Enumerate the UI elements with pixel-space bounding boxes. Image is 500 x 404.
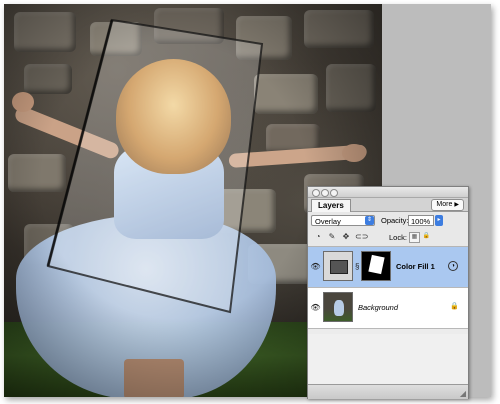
chain-icon[interactable]: ⊂⊃ xyxy=(355,232,368,242)
eye-icon[interactable]: 👁 xyxy=(310,302,321,313)
minimize-icon[interactable] xyxy=(321,189,329,197)
layer-mask-thumbnail[interactable] xyxy=(361,251,391,281)
zoom-icon[interactable] xyxy=(330,189,338,197)
more-button[interactable]: More ▶ xyxy=(431,199,464,211)
close-icon[interactable] xyxy=(312,189,320,197)
more-label: More xyxy=(436,201,453,208)
layers-empty-area[interactable] xyxy=(308,334,468,384)
layer-thumbnail[interactable] xyxy=(323,292,353,322)
layers-panel: Layers More ▶ Overlay ⇕ Opacity: 100% ▸ ◔… xyxy=(307,186,469,399)
lock-transparent-icon[interactable]: ◔ xyxy=(313,232,323,242)
lock-icon: 🔒 xyxy=(450,303,459,310)
tab-layers[interactable]: Layers xyxy=(311,199,351,212)
resize-grip-icon[interactable]: ◢ xyxy=(460,389,466,398)
blend-mode-select[interactable]: Overlay ⇕ xyxy=(311,215,375,226)
blend-mode-value: Overlay xyxy=(315,217,341,226)
palette-titlebar[interactable] xyxy=(308,187,468,198)
fx-icon[interactable]: ◑ xyxy=(448,261,458,271)
chevron-updown-icon[interactable]: ⇕ xyxy=(365,216,374,225)
play-arrow-icon: ▶ xyxy=(454,202,459,208)
lock-transparent-icon[interactable]: ▦ xyxy=(409,232,420,243)
mask-shape xyxy=(368,254,385,275)
fill-swatch-icon xyxy=(330,260,348,274)
layer-row-background[interactable]: 👁 Background 🔒 xyxy=(308,288,468,329)
layer-name[interactable]: Color Fill 1 xyxy=(396,262,435,271)
layer-row-color-fill[interactable]: 👁 § Color Fill 1 ◑ xyxy=(308,247,468,288)
layer-controls: Overlay ⇕ Opacity: 100% ▸ ◔ ✎ ✥ ⊂⊃ Lock:… xyxy=(308,212,468,247)
thumbnail-figure xyxy=(334,300,344,316)
opacity-label: Opacity: xyxy=(381,216,409,225)
brush-icon[interactable]: ✎ xyxy=(327,232,337,242)
layer-thumbnail[interactable] xyxy=(323,251,353,281)
play-arrow-icon[interactable]: ▸ xyxy=(435,215,443,226)
layer-name[interactable]: Background xyxy=(358,303,398,312)
tab-row: Layers More ▶ xyxy=(308,198,468,212)
opacity-field[interactable]: 100% xyxy=(408,215,434,226)
lock-label: Lock: xyxy=(389,233,407,242)
lock-icon[interactable]: 🔒 xyxy=(422,232,431,241)
link-icon[interactable]: § xyxy=(355,262,359,271)
move-icon[interactable]: ✥ xyxy=(341,232,351,242)
palette-bottom-bar: ◢ xyxy=(308,384,468,399)
eye-icon[interactable]: 👁 xyxy=(310,261,321,272)
